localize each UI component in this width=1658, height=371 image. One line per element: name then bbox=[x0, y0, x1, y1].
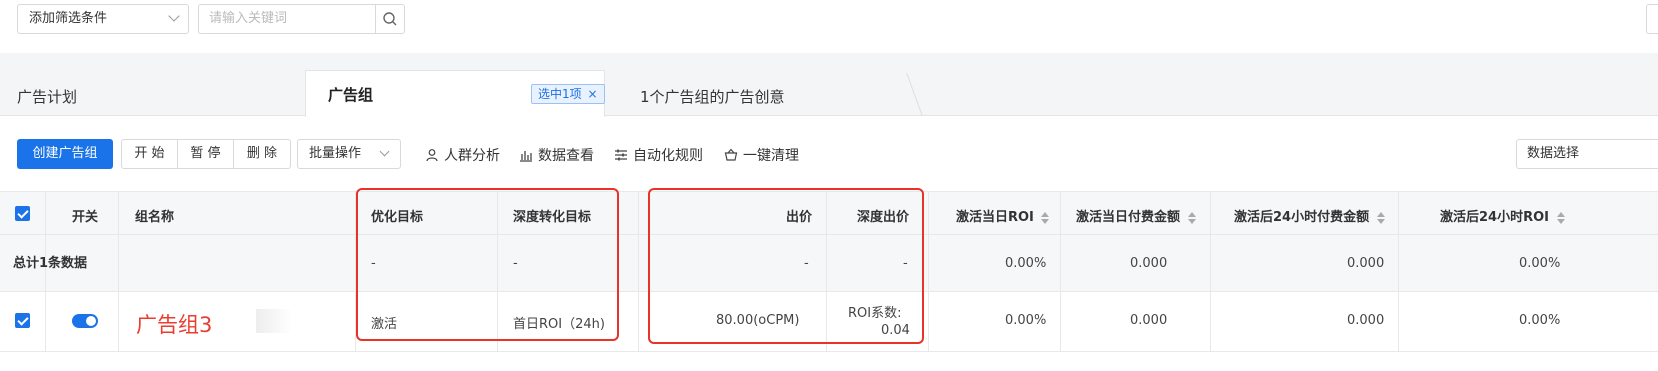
action-button-group: 开 始 暂 停 删 除 bbox=[121, 139, 291, 169]
tab-ad-group[interactable]: 广告组 bbox=[328, 84, 373, 105]
summary-label: 总计1条数据 bbox=[13, 256, 88, 271]
start-button[interactable]: 开 始 bbox=[122, 140, 178, 168]
add-filter-label: 添加筛选条件 bbox=[29, 11, 108, 26]
highlight-box-goals bbox=[356, 188, 619, 341]
tab-bar bbox=[0, 73, 1658, 116]
row-24h-pay: 0.000 bbox=[1347, 313, 1385, 328]
header-group-name: 组名称 bbox=[135, 210, 175, 225]
header-activation-day-pay[interactable]: 激活当日付费金额 bbox=[1076, 206, 1196, 225]
header-activation-day-pay-label: 激活当日付费金额 bbox=[1076, 210, 1181, 225]
batch-operation-select[interactable]: 批量操作 bbox=[297, 139, 401, 169]
automation-rules-button[interactable]: 自动化规则 bbox=[614, 145, 703, 165]
tab-ad-creative[interactable]: 1个广告组的广告创意 bbox=[640, 86, 785, 107]
column-divider bbox=[638, 191, 639, 352]
audience-analysis-label: 人群分析 bbox=[444, 148, 500, 164]
chevron-down-icon bbox=[379, 146, 390, 157]
keyword-search-input[interactable]: 请输入关键词 bbox=[198, 4, 376, 34]
keyword-placeholder: 请输入关键词 bbox=[209, 11, 288, 26]
tab-ad-plan[interactable]: 广告计划 bbox=[17, 86, 77, 107]
header-activation-day-roi[interactable]: 激活当日ROI bbox=[956, 206, 1050, 225]
section-divider bbox=[0, 53, 1658, 73]
add-filter-select[interactable]: 添加筛选条件 bbox=[17, 4, 189, 34]
selected-badge-label: 选中1项 bbox=[538, 87, 582, 101]
automation-rules-label: 自动化规则 bbox=[633, 148, 703, 164]
pause-button[interactable]: 暂 停 bbox=[178, 140, 234, 168]
delete-button[interactable]: 删 除 bbox=[234, 140, 290, 168]
summary-activation-day-roi: 0.00% bbox=[1005, 256, 1047, 271]
search-icon bbox=[383, 12, 397, 26]
header-activation-day-roi-label: 激活当日ROI bbox=[956, 210, 1034, 225]
column-divider bbox=[45, 191, 46, 352]
close-icon[interactable]: × bbox=[587, 87, 597, 101]
chevron-down-icon bbox=[168, 10, 180, 22]
one-click-cleanup-label: 一键清理 bbox=[743, 148, 799, 164]
user-icon bbox=[426, 149, 438, 162]
data-view-label: 数据查看 bbox=[538, 148, 594, 164]
column-divider bbox=[928, 191, 929, 352]
column-divider bbox=[1210, 191, 1211, 352]
bar-chart-icon bbox=[520, 151, 532, 162]
search-button[interactable] bbox=[375, 4, 405, 34]
column-divider bbox=[1398, 191, 1399, 352]
header-24h-pay[interactable]: 激活后24小时付费金额 bbox=[1234, 206, 1385, 225]
create-ad-group-button[interactable]: 创建广告组 bbox=[17, 139, 113, 169]
redacted-block bbox=[256, 309, 292, 333]
row-activation-day-roi: 0.00% bbox=[1005, 313, 1047, 328]
sort-icon[interactable] bbox=[1556, 211, 1565, 224]
sort-icon[interactable] bbox=[1187, 211, 1196, 224]
header-switch: 开关 bbox=[72, 210, 99, 225]
header-24h-roi-label: 激活后24小时ROI bbox=[1440, 210, 1549, 225]
column-divider bbox=[1060, 191, 1061, 352]
basket-icon bbox=[724, 148, 738, 161]
column-divider bbox=[118, 191, 119, 352]
header-24h-pay-label: 激活后24小时付费金额 bbox=[1234, 210, 1370, 225]
row-activation-day-pay: 0.000 bbox=[1130, 313, 1168, 328]
data-select-button[interactable]: 数据选择 bbox=[1516, 139, 1658, 169]
group-name-link[interactable]: 广告组3 bbox=[136, 309, 212, 339]
data-view-button[interactable]: 数据查看 bbox=[519, 145, 594, 165]
highlight-box-bids bbox=[648, 188, 924, 344]
row-switch-toggle[interactable] bbox=[72, 314, 98, 328]
header-24h-roi[interactable]: 激活后24小时ROI bbox=[1440, 206, 1565, 225]
summary-24h-roi: 0.00% bbox=[1519, 256, 1561, 271]
row-checkbox[interactable] bbox=[15, 313, 30, 328]
sort-icon[interactable] bbox=[1376, 211, 1385, 224]
batch-operation-label: 批量操作 bbox=[309, 146, 362, 161]
summary-activation-day-pay: 0.000 bbox=[1130, 256, 1168, 271]
summary-24h-pay: 0.000 bbox=[1347, 256, 1385, 271]
one-click-cleanup-button[interactable]: 一键清理 bbox=[724, 145, 799, 165]
selected-badge[interactable]: 选中1项 × bbox=[531, 84, 605, 104]
sort-icon[interactable] bbox=[1041, 211, 1050, 224]
row-24h-roi: 0.00% bbox=[1519, 313, 1561, 328]
right-toolbar-button[interactable] bbox=[1646, 4, 1658, 34]
sliders-icon bbox=[615, 149, 627, 161]
select-all-checkbox[interactable] bbox=[15, 206, 30, 221]
audience-analysis-button[interactable]: 人群分析 bbox=[425, 145, 500, 165]
